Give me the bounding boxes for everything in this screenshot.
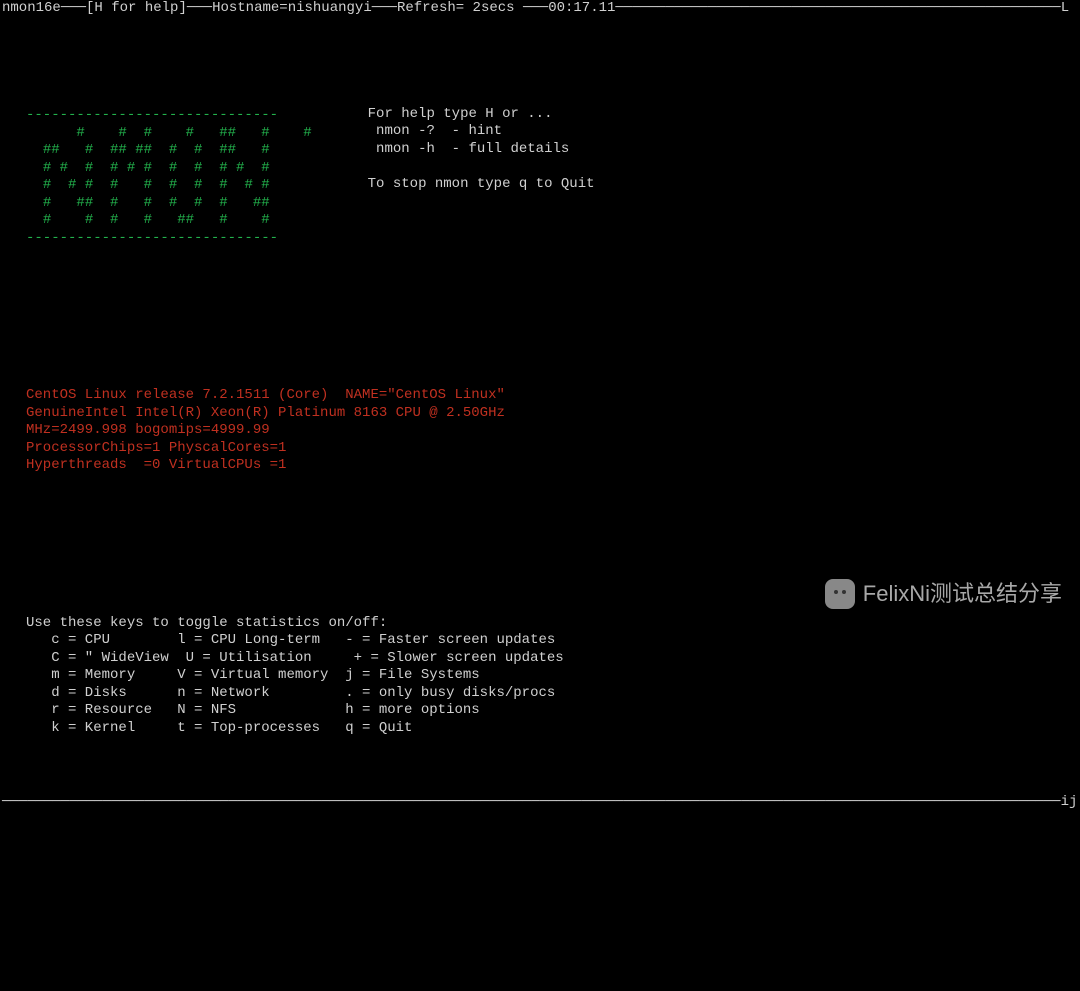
help-line1: For help type H or ... xyxy=(368,106,553,122)
status-bar: nmon16e───[H for help]───Hostname=nishua… xyxy=(0,0,1080,18)
key-row-1[interactable]: c = CPU l = CPU Long-term - = Faster scr… xyxy=(26,632,555,648)
version-label: nmon16e xyxy=(2,0,61,16)
key-help: Use these keys to toggle statistics on/o… xyxy=(26,615,1054,738)
cpu-model: GenuineIntel Intel(R) Xeon(R) Platinum 8… xyxy=(26,405,505,421)
blank-line xyxy=(26,300,1054,318)
nmon-logo: ------------------------------ # # # # #… xyxy=(26,90,312,248)
hostname-label: Hostname= xyxy=(212,0,288,16)
header-row: ------------------------------ # # # # #… xyxy=(26,90,1054,248)
cpu-chips: ProcessorChips=1 PhyscalCores=1 xyxy=(26,440,286,456)
watermark-text: FelixNi测试总结分享 xyxy=(863,580,1062,608)
help-text: For help type H or ... nmon -? - hint nm… xyxy=(312,90,595,248)
watermark: FelixNi测试总结分享 xyxy=(825,579,1062,609)
key-row-3[interactable]: m = Memory V = Virtual memory j = File S… xyxy=(26,667,480,683)
os-release: CentOS Linux release 7.2.1511 (Core) NAM… xyxy=(26,387,505,403)
refresh-value: 2secs xyxy=(464,0,514,16)
cpu-threads: Hyperthreads =0 VirtualCPUs =1 xyxy=(26,457,286,473)
help-hint: [H for help] xyxy=(86,0,187,16)
wechat-icon xyxy=(825,579,855,609)
key-row-6[interactable]: k = Kernel t = Top-processes q = Quit xyxy=(26,720,412,736)
help-line2: nmon -? - hint xyxy=(368,123,502,139)
key-row-5[interactable]: r = Resource N = NFS h = more options xyxy=(26,702,480,718)
nmon-terminal: nmon16e───[H for help]───Hostname=nishua… xyxy=(0,0,1080,991)
refresh-label: Refresh= xyxy=(397,0,464,16)
help-line4: To stop nmon type q to Quit xyxy=(368,176,595,192)
sep-right-marker: ij xyxy=(1061,794,1078,810)
clock-value: 00:17.11 xyxy=(548,0,615,16)
cpu-mhz: MHz=2499.998 bogomips=4999.99 xyxy=(26,422,270,438)
key-row-2[interactable]: C = " WideView U = Utilisation + = Slowe… xyxy=(26,650,564,666)
help-line3: nmon -h - full details xyxy=(368,141,570,157)
top-right-marker: L xyxy=(1061,0,1069,16)
key-help-header: Use these keys to toggle statistics on/o… xyxy=(26,615,387,631)
main-panel: ------------------------------ # # # # #… xyxy=(0,18,1080,794)
panel-separator: ────────────────────────────────────────… xyxy=(0,794,1080,812)
key-row-4[interactable]: d = Disks n = Network . = only busy disk… xyxy=(26,685,555,701)
empty-area xyxy=(0,811,1080,991)
system-info: CentOS Linux release 7.2.1511 (Core) NAM… xyxy=(26,387,1054,475)
blank-line xyxy=(26,527,1054,545)
hostname-value: nishuangyi xyxy=(288,0,372,16)
